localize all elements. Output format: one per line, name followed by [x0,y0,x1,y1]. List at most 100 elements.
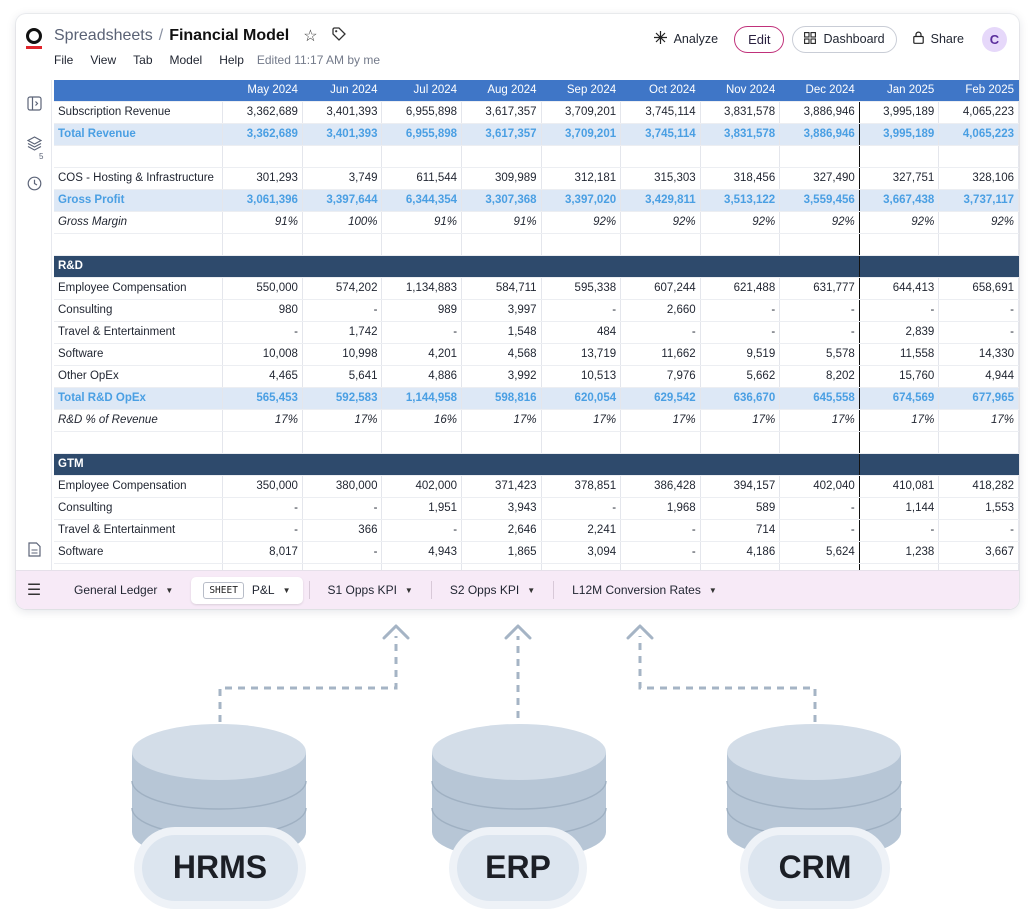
star-icon[interactable]: ☆ [303,26,317,46]
value-cell[interactable] [541,233,622,256]
value-cell[interactable]: 17% [461,409,542,432]
value-cell[interactable]: 378,851 [541,475,622,498]
value-cell[interactable]: 631,777 [779,277,860,300]
value-cell[interactable]: 394,157 [700,475,781,498]
value-cell[interactable] [859,145,940,168]
value-cell[interactable]: - [222,497,303,520]
value-cell[interactable]: 16% [381,409,463,432]
value-cell[interactable]: 402,040 [779,475,860,498]
value-cell[interactable]: - [779,497,860,520]
value-cell[interactable]: 3,397,020 [541,189,622,212]
value-cell[interactable]: 5,578 [779,343,860,366]
document-icon[interactable] [26,542,42,558]
value-cell[interactable]: 4,944 [938,365,1019,388]
value-cell[interactable]: 3,362,689 [222,101,303,124]
value-cell[interactable]: 1,968 [620,497,701,520]
value-cell[interactable]: 714 [700,519,781,542]
share-button[interactable]: Share [905,25,972,53]
row-label-cell[interactable]: R&D [54,255,223,278]
value-cell[interactable] [938,453,1019,476]
row-label-cell[interactable]: Travel & Entertainment [54,519,224,542]
row-label-cell[interactable]: Employee Compensation [54,475,224,498]
value-cell[interactable] [541,255,621,278]
value-cell[interactable]: 17% [779,409,860,432]
value-cell[interactable] [859,255,939,278]
sheet-tab[interactable]: S2 Opps KPI ▼ [438,577,547,604]
value-cell[interactable] [859,233,940,256]
value-cell[interactable]: 1,865 [461,541,542,564]
value-cell[interactable] [381,255,462,278]
value-cell[interactable]: 4,568 [461,343,542,366]
sheet-tab[interactable]: SHEET P&L ▼ [191,576,303,604]
value-cell[interactable]: 3,886,946 [779,101,860,124]
value-cell[interactable]: 2,241 [541,519,622,542]
month-header-cell[interactable]: Oct 2024 [620,80,701,102]
value-cell[interactable] [381,453,462,476]
value-cell[interactable]: 4,943 [381,541,463,564]
edit-button[interactable]: Edit [734,25,785,53]
value-cell[interactable]: 4,186 [700,541,781,564]
value-cell[interactable]: 380,000 [302,475,383,498]
value-cell[interactable]: 3,559,456 [779,189,860,212]
value-cell[interactable]: 677,965 [938,387,1019,410]
value-cell[interactable]: 91% [222,211,303,234]
value-cell[interactable] [938,255,1019,278]
row-label-cell[interactable]: Other OpEx [54,365,224,388]
value-cell[interactable]: 6,344,354 [381,189,463,212]
value-cell[interactable]: 328,106 [938,167,1019,190]
value-cell[interactable]: 607,244 [620,277,701,300]
value-cell[interactable]: 9,519 [700,343,781,366]
value-cell[interactable]: 589 [700,497,781,520]
month-header-cell[interactable]: Jan 2025 [859,80,940,102]
value-cell[interactable]: 301,293 [222,167,303,190]
value-cell[interactable]: - [381,321,463,344]
value-cell[interactable]: - [938,321,1019,344]
value-cell[interactable] [541,563,622,570]
value-cell[interactable]: 620,054 [541,387,622,410]
menu-view[interactable]: View [90,53,116,67]
value-cell[interactable] [222,453,303,476]
value-cell[interactable]: 3,745,114 [620,123,701,146]
menu-tab[interactable]: Tab [133,53,152,67]
value-cell[interactable]: 91% [381,211,463,234]
value-cell[interactable]: 15,760 [859,365,940,388]
value-cell[interactable] [461,145,542,168]
value-cell[interactable]: 410,081 [859,475,940,498]
value-cell[interactable] [620,431,701,454]
value-cell[interactable] [461,431,542,454]
value-cell[interactable] [541,145,622,168]
value-cell[interactable]: 17% [938,409,1019,432]
value-cell[interactable]: 3,745,114 [620,101,701,124]
value-cell[interactable]: 3,307,368 [461,189,542,212]
value-cell[interactable] [938,233,1019,256]
value-cell[interactable]: - [859,299,940,322]
value-cell[interactable] [700,145,781,168]
value-cell[interactable]: 2,660 [620,299,701,322]
value-cell[interactable]: - [302,541,383,564]
value-cell[interactable]: 100% [302,211,383,234]
value-cell[interactable] [700,431,781,454]
value-cell[interactable]: 92% [620,211,701,234]
row-label-cell[interactable]: Consulting [54,299,224,322]
value-cell[interactable]: 3,617,357 [461,101,542,124]
value-cell[interactable] [620,453,701,476]
value-cell[interactable]: 3,667 [938,541,1019,564]
row-label-cell[interactable]: Total Revenue [54,123,224,146]
value-cell[interactable]: - [222,519,303,542]
value-cell[interactable]: 17% [700,409,781,432]
value-cell[interactable]: 621,488 [700,277,781,300]
value-cell[interactable]: 3,831,578 [700,123,781,146]
value-cell[interactable]: 3,997 [461,299,542,322]
value-cell[interactable]: 11,662 [620,343,701,366]
value-cell[interactable] [700,255,780,278]
value-cell[interactable] [620,145,701,168]
value-cell[interactable]: 17% [859,409,940,432]
value-cell[interactable]: 92% [859,211,940,234]
month-header-cell[interactable]: Nov 2024 [700,80,781,102]
panel-toggle-icon[interactable] [26,96,42,112]
value-cell[interactable] [222,431,303,454]
value-cell[interactable]: - [541,299,622,322]
row-label-cell[interactable]: Consulting [54,497,224,520]
row-label-cell[interactable]: Software [54,541,224,564]
value-cell[interactable]: 11,558 [859,343,940,366]
